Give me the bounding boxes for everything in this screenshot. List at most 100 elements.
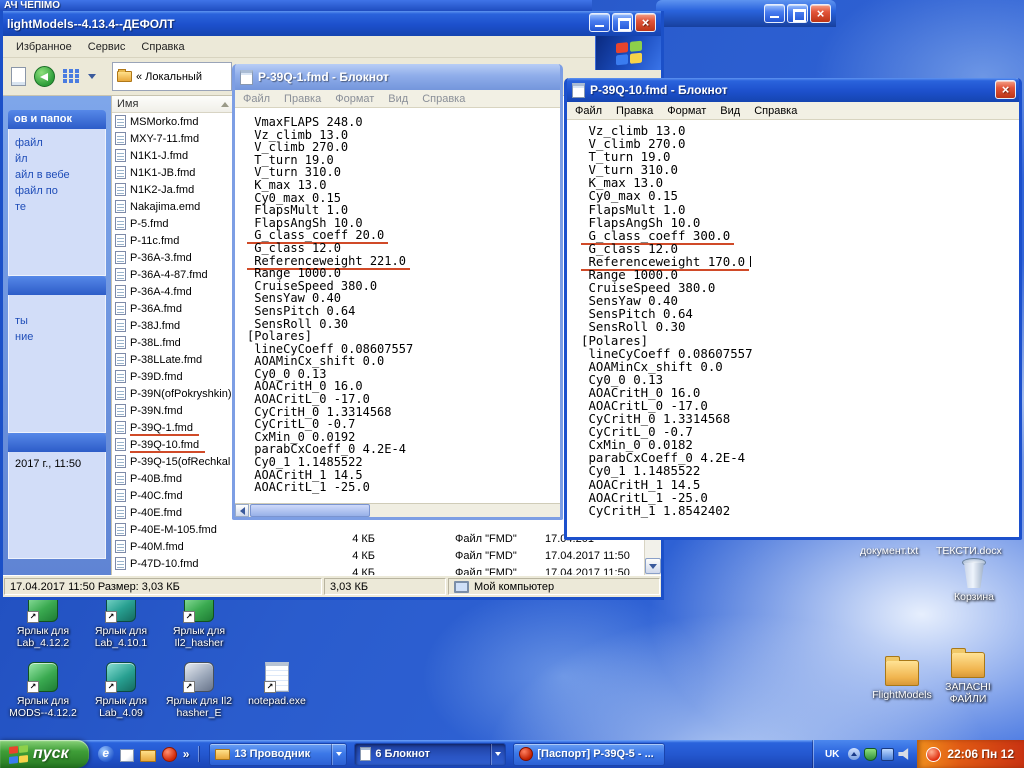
sidebar-section-header[interactable] (8, 433, 106, 452)
file-item[interactable]: N1K1-J.fmd (112, 147, 235, 164)
file-item[interactable]: P-39D.fmd (112, 368, 235, 385)
file-item[interactable]: P-40C.fmd (112, 487, 235, 504)
taskbar-button[interactable]: 13 Проводник (209, 742, 348, 766)
menu-item[interactable]: Формат (329, 92, 380, 106)
file-item[interactable]: P-38L.fmd (112, 334, 235, 351)
notepad1-text[interactable]: VmaxFLAPS 248.0 Vz_climb 13.0 V_climb 27… (235, 108, 560, 503)
file-item[interactable]: Nakajima.emd (112, 198, 235, 215)
file-item[interactable]: P-40B.fmd (112, 470, 235, 487)
shield-icon[interactable] (864, 747, 878, 761)
background-window2-titlebar[interactable] (656, 0, 836, 27)
start-button[interactable]: пуск (0, 740, 89, 768)
menu-item[interactable]: Сервис (81, 39, 133, 55)
file-item[interactable]: P-36A-4-87.fmd (112, 266, 235, 283)
volume-icon[interactable] (898, 748, 909, 760)
file-item[interactable]: P-38LLate.fmd (112, 351, 235, 368)
desktop-icon[interactable]: Ярлык для Lab_4.09 (82, 662, 160, 719)
show-desktop-icon[interactable] (119, 748, 134, 762)
explorer-titlebar[interactable]: lightModels--4.13.4--ДЕФОЛТ (3, 11, 661, 36)
desktop-icon-recycle-bin[interactable]: Корзина (934, 556, 1014, 603)
scroll-left-button[interactable] (235, 504, 249, 517)
sidebar-item[interactable]: айл в вебе (13, 167, 101, 183)
taskbar-button[interactable]: [Паспорт] P-39Q-5 - ... (513, 742, 666, 766)
file-item[interactable]: P-40E-M-105.fmd (112, 521, 235, 538)
maximize-button[interactable] (787, 4, 808, 23)
menu-item[interactable]: Справка (134, 39, 191, 55)
close-button[interactable] (810, 4, 831, 23)
menu-item[interactable]: Избранное (9, 39, 79, 55)
sidebar-item[interactable]: ние (13, 329, 101, 345)
menu-item[interactable]: Вид (382, 92, 414, 106)
overflow-chevron[interactable]: » (183, 746, 190, 762)
new-document-icon[interactable] (11, 67, 26, 86)
taskbar-button-dropdown[interactable] (490, 743, 505, 765)
desktop-file-label-txt[interactable]: документ.txt (860, 545, 918, 557)
close-button[interactable] (995, 80, 1016, 99)
file-item[interactable]: N1K1-JB.fmd (112, 164, 235, 181)
horizontal-scrollbar[interactable] (235, 503, 560, 517)
notepad2-text[interactable]: Vz_climb 13.0 V_climb 270.0 T_turn 19.0 … (567, 120, 1019, 537)
sidebar-item[interactable]: файл по (13, 183, 101, 199)
menu-item[interactable]: Справка (748, 104, 803, 118)
notepad2-titlebar[interactable]: P-39Q-10.fmd - Блокнот (567, 78, 1019, 102)
file-item[interactable]: P-39N.fmd (112, 402, 235, 419)
sidebar-item[interactable]: те (13, 199, 101, 215)
clock[interactable]: 22:06 Пн 12 (917, 740, 1024, 768)
sidebar-item[interactable]: файл (13, 135, 101, 151)
file-item[interactable]: P-39Q-1.fmd (112, 419, 235, 436)
sidebar-section-header[interactable] (8, 276, 106, 295)
close-button[interactable] (635, 13, 656, 32)
red-app-icon[interactable] (161, 746, 177, 762)
file-item[interactable]: N1K2-Ja.fmd (112, 181, 235, 198)
column-header-name[interactable]: Имя (112, 96, 235, 113)
notepad1-titlebar[interactable]: P-39Q-1.fmd - Блокнот (235, 64, 560, 90)
sidebar-item[interactable]: йл (13, 151, 101, 167)
minimize-button[interactable] (764, 4, 785, 23)
file-item[interactable]: P-36A-4.fmd (112, 283, 235, 300)
menu-item[interactable]: Формат (661, 104, 712, 118)
ie-icon[interactable]: e (97, 746, 114, 762)
menu-item[interactable]: Файл (237, 92, 276, 106)
file-item[interactable]: P-39Q-10.fmd (112, 436, 235, 453)
file-item[interactable]: MSMorko.fmd (112, 113, 235, 130)
menu-item[interactable]: Правка (278, 92, 327, 106)
desktop-icon[interactable]: Ярлык для Il2 hasher_E (160, 662, 238, 719)
minimize-button[interactable] (589, 13, 610, 32)
views-icon[interactable] (63, 69, 80, 84)
maximize-button[interactable] (612, 13, 633, 32)
menu-item[interactable]: Справка (416, 92, 471, 106)
file-item[interactable]: P-36A.fmd (112, 300, 235, 317)
taskbar-button[interactable]: 6 Блокнот (354, 742, 507, 766)
menu-item[interactable]: Файл (569, 104, 608, 118)
menu-item[interactable]: Правка (610, 104, 659, 118)
desktop-icon[interactable]: Ярлык для Il2_hasher (160, 592, 238, 649)
desktop-icon[interactable]: Ярлык для Lab_4.12.2 (4, 592, 82, 649)
language-indicator[interactable]: UK (822, 748, 842, 761)
file-item[interactable]: P-36A-3.fmd (112, 249, 235, 266)
file-item[interactable]: P-38J.fmd (112, 317, 235, 334)
file-item[interactable]: P-40M.fmd (112, 538, 235, 555)
file-item[interactable]: MXY-7-11.fmd (112, 130, 235, 147)
address-bar[interactable]: « Локальный (112, 62, 232, 91)
desktop-icon[interactable]: notepad.exe (238, 662, 316, 707)
taskbar-button-dropdown[interactable] (331, 743, 346, 765)
views-dropdown-icon[interactable] (88, 74, 96, 79)
sidebar-item[interactable]: ты (13, 313, 101, 329)
file-item[interactable]: P-47D-10.fmd (112, 555, 235, 572)
file-item[interactable]: P-11c.fmd (112, 232, 235, 249)
folder-icon[interactable] (139, 749, 156, 762)
sidebar-section-header[interactable]: ов и папок (8, 110, 106, 129)
file-item[interactable]: P-40E.fmd (112, 504, 235, 521)
network-icon[interactable] (881, 747, 895, 761)
back-icon[interactable] (34, 66, 55, 87)
file-item[interactable]: P-5.fmd (112, 215, 235, 232)
desktop-icon[interactable]: Ярлык для Lab_4.10.1 (82, 592, 160, 649)
hide-icons-icon[interactable] (848, 748, 861, 760)
file-item[interactable]: P-39N(ofPokryshkin) (112, 385, 235, 402)
menu-item[interactable]: Вид (714, 104, 746, 118)
scroll-down-button[interactable] (645, 558, 661, 574)
desktop-icon[interactable]: Ярлык для MODS--4.12.2 (4, 662, 82, 719)
desktop-icon-zapasni-faily[interactable]: ЗАПАСНІ ФАЙЛИ (928, 648, 1008, 705)
file-item[interactable]: P-39Q-15(ofRechkal (112, 453, 235, 470)
scrollbar-thumb[interactable] (250, 504, 370, 517)
